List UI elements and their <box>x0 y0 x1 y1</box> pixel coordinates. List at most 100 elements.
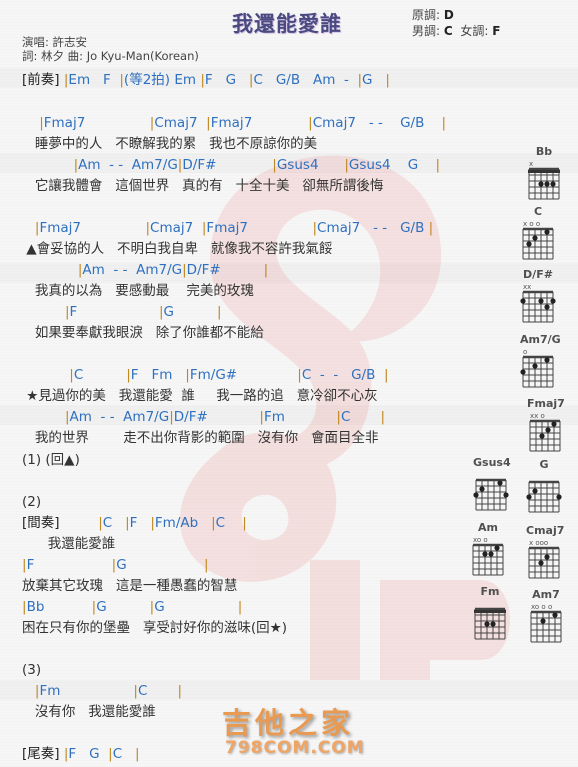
finger-dot <box>479 486 485 492</box>
chord-line: |Em F |(等2拍) Em |F G |C G/B Am - |G | <box>63 72 390 88</box>
fretboard-diagram: x ooo <box>528 539 560 579</box>
bar-separator: | <box>119 72 124 88</box>
section-tag: [間奏] <box>22 515 60 531</box>
bar-separator: | <box>91 599 97 615</box>
finger-dot <box>497 480 503 486</box>
finger-dot <box>544 229 550 235</box>
bar-separator: | <box>383 367 389 383</box>
chord-line: |Am - - Am7/G|D/F# |Gsus4 |Gsus4 G | <box>73 157 441 173</box>
section-number: (2) <box>22 494 42 510</box>
bar-separator: | <box>263 262 269 278</box>
barre-mark <box>528 170 560 173</box>
chord-chart-name: D/F# <box>523 268 553 281</box>
finger-dot <box>544 181 550 187</box>
section-number: (3) <box>22 662 42 678</box>
bar-separator: | <box>169 409 174 425</box>
original-key: 原調: D <box>412 6 454 23</box>
male-key-value: C <box>443 24 453 38</box>
lyric-line: 我真的以為 要感動最 完美的玫瑰 <box>22 283 254 299</box>
bar-separator: | <box>108 746 113 762</box>
lyric-line: 我還能愛誰 <box>22 536 116 552</box>
bar-separator: | <box>259 409 264 425</box>
bar-separator: | <box>133 683 138 699</box>
bar-separator: | <box>77 262 83 278</box>
watermark-url: 798COM.COM <box>225 738 365 758</box>
fretboard-diagram: xx <box>520 283 556 323</box>
bar-separator: | <box>308 115 313 131</box>
finger-dot <box>503 492 509 498</box>
bar-separator: | <box>125 515 130 531</box>
bar-separator: | <box>145 220 151 236</box>
finger-dot <box>484 621 490 627</box>
bar-separator: | <box>135 746 140 762</box>
chord-chart-name: Am <box>478 521 498 534</box>
finger-dot <box>538 181 544 187</box>
bar-separator: | <box>22 599 27 615</box>
watermark-text: 吉他之家 <box>222 706 355 740</box>
chord-chart-name: Am7/G <box>520 333 561 346</box>
interlude-line: [間奏] |C |F |Fm/Ab |C | <box>22 515 247 531</box>
bar-separator: | <box>182 262 187 278</box>
chord-chart-name: Fmaj7 <box>527 397 565 410</box>
finger-dot <box>545 427 551 433</box>
finger-dot <box>526 494 532 500</box>
chord-chart-name: Fm <box>480 585 500 598</box>
bar-separator: | <box>22 557 27 573</box>
bar-separator: | <box>149 599 155 615</box>
string-markers: x ooo <box>529 539 548 547</box>
chord-line: |Fm |C | <box>34 683 183 699</box>
bar-separator: | <box>248 72 254 88</box>
chord-chart: Bb x <box>526 145 562 205</box>
barre-mark <box>474 610 506 613</box>
section-tag: [前奏] <box>22 72 60 88</box>
bar-separator: | <box>211 515 216 531</box>
writer-credit: 詞: 林夕 曲: Jo Kyu-Man(Korean) <box>22 49 199 63</box>
prelude-line: [前奏] |Em F |(等2拍) Em |F G |C G/B Am - |G… <box>22 72 390 88</box>
bar-separator: | <box>150 515 155 531</box>
bar-separator: | <box>272 157 277 173</box>
finger-dot <box>539 433 545 439</box>
chord-chart: Am7/G o <box>520 333 561 393</box>
chord-chart-name: C <box>533 205 543 218</box>
finger-dot <box>488 551 494 557</box>
chord-chart: Fm <box>472 585 508 645</box>
finger-dot <box>544 304 550 310</box>
bar-separator: | <box>204 557 209 573</box>
fretboard-diagram <box>526 480 562 513</box>
male-key-label: 男調: <box>412 24 441 38</box>
finger-dot <box>550 181 556 187</box>
fretboard-diagram <box>474 607 506 640</box>
finger-dot <box>532 235 538 241</box>
lyric-line: 如果要奉獻我眼淚 除了你誰都不能給 <box>22 325 264 341</box>
chord-chart: Cx o o <box>520 205 556 265</box>
bar-separator: | <box>441 115 447 131</box>
bar-separator: | <box>149 115 155 131</box>
bar-separator: | <box>63 72 69 88</box>
finger-dot <box>520 369 526 375</box>
bar-separator: | <box>34 220 40 236</box>
performer-keys: 男調: C 女調: F <box>412 22 500 39</box>
finger-dot <box>490 621 496 627</box>
bar-separator: | <box>428 220 434 236</box>
bar-separator: | <box>200 72 205 88</box>
bar-separator: | <box>216 304 222 320</box>
fretboard-diagram: xx o <box>529 412 561 452</box>
fretboard-diagram: xo o <box>472 536 504 576</box>
chord-chart-name: Gsus4 <box>473 456 511 469</box>
bar-separator: | <box>177 157 183 173</box>
bar-separator: | <box>64 304 70 320</box>
chord-line: |C |F |Fm/Ab |C | <box>98 515 247 531</box>
chord-chart: Gsus4 <box>473 456 511 516</box>
bar-separator: | <box>206 115 211 131</box>
lyric-line: 困在只有你的堡壘 享受討好你的滋味(回★) <box>22 620 288 636</box>
original-key-value: D <box>443 8 454 22</box>
bar-separator: | <box>158 304 164 320</box>
chord-chart-name: Bb <box>535 145 553 158</box>
string-markers: xx <box>523 283 531 291</box>
bar-separator: | <box>34 683 40 699</box>
finger-dot <box>538 298 544 304</box>
string-markers: xo o o <box>531 603 552 611</box>
bar-separator: | <box>39 115 44 131</box>
finger-dot <box>520 298 526 304</box>
finger-dot <box>526 241 532 247</box>
